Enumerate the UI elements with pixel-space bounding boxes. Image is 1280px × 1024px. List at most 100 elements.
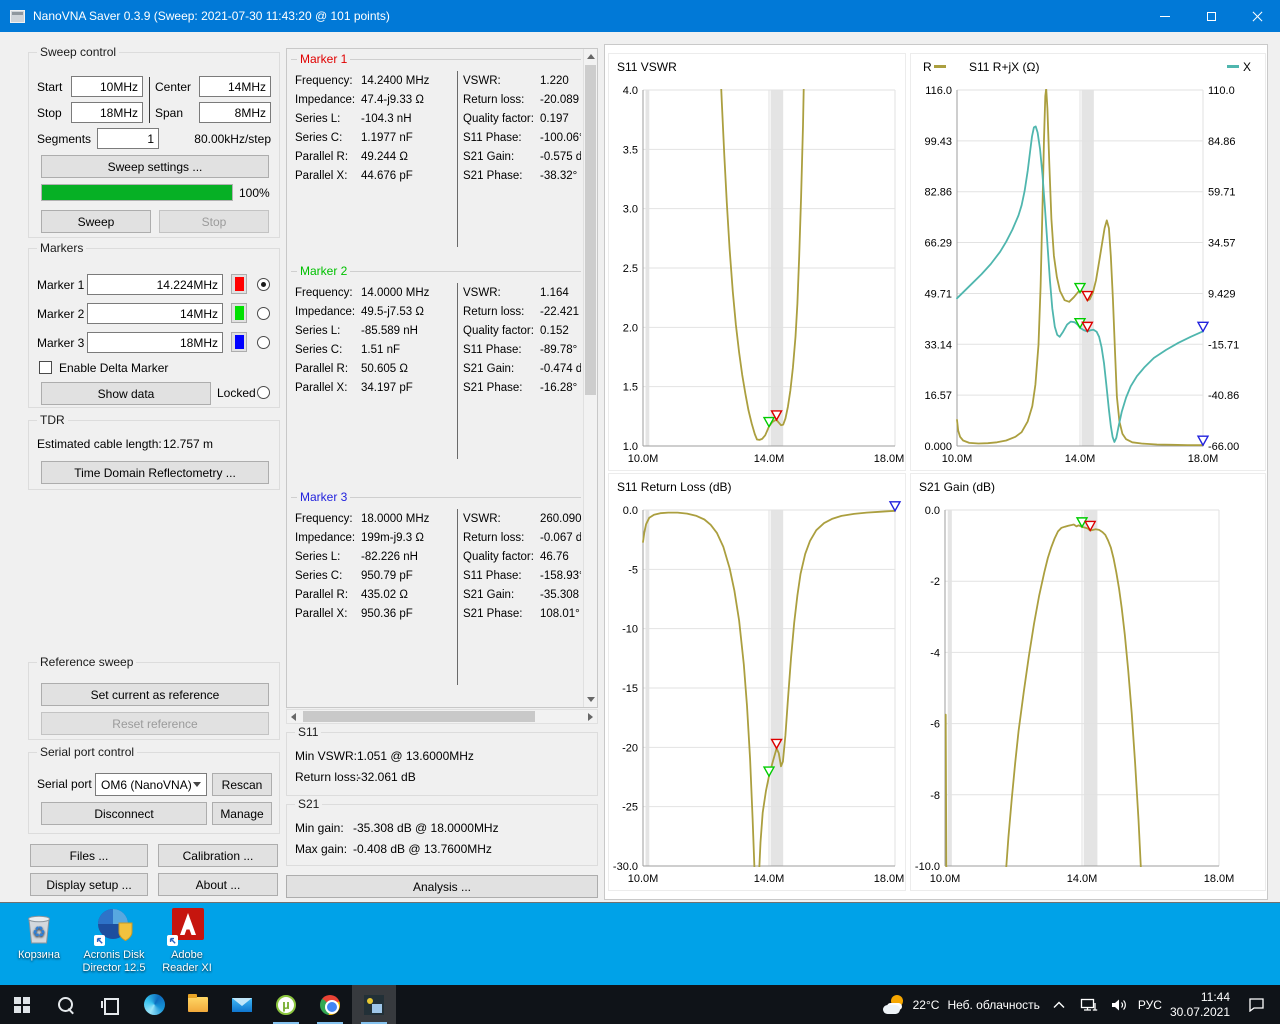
tray-temperature[interactable]: 22°C xyxy=(913,998,940,1012)
nanovna-saver-window: Sweep control Start Center Stop Span Seg… xyxy=(0,32,1280,903)
maximize-button[interactable] xyxy=(1188,0,1234,32)
svg-text:33.14: 33.14 xyxy=(924,339,952,351)
display-setup-button[interactable]: Display setup ... xyxy=(30,873,148,896)
marker-3-input[interactable] xyxy=(87,332,223,353)
s11-summary-group: S11 Min VSWR:1.051 @ 13.6000MHzReturn lo… xyxy=(286,732,598,796)
field-row: Frequency:14.0000 MHz xyxy=(295,283,457,302)
enable-delta-marker-checkbox[interactable] xyxy=(39,361,52,374)
stop-input[interactable] xyxy=(71,102,143,123)
svg-text:♻: ♻ xyxy=(32,924,45,941)
taskbar-edge-button[interactable] xyxy=(132,985,176,1024)
sweep-settings-button[interactable]: Sweep settings ... xyxy=(41,155,269,178)
start-label: Start xyxy=(37,80,62,94)
tray-chevron-button[interactable] xyxy=(1048,990,1070,1020)
taskbar-nanovna-button[interactable] xyxy=(352,985,396,1024)
center-label: Center xyxy=(155,80,191,94)
taskbar: 22°C Неб. облачность РУС 11:44 30.07.202… xyxy=(0,985,1280,1024)
analysis-button[interactable]: Analysis ... xyxy=(286,875,598,898)
marker-panel-horizontal-scrollbar[interactable] xyxy=(286,709,598,724)
network-button[interactable] xyxy=(1078,990,1100,1020)
weather-button[interactable] xyxy=(883,990,905,1020)
svg-text:10.0M: 10.0M xyxy=(628,453,659,465)
reset-reference-button[interactable]: Reset reference xyxy=(41,712,269,735)
svg-text:3.5: 3.5 xyxy=(623,144,638,156)
taskbar-explorer-button[interactable] xyxy=(176,985,220,1024)
chart-s21-gain[interactable]: 0.0-2-4-6-8-10.010.0M14.0M18.0MS21 Gain … xyxy=(910,473,1266,891)
marker-1-right-fields: VSWR:1.220Return loss:-20.089 dQuality f… xyxy=(458,71,581,247)
locked-radio[interactable] xyxy=(257,386,270,399)
center-input[interactable] xyxy=(199,76,271,97)
marker-2-label: Marker 2 xyxy=(37,307,84,321)
start-button[interactable] xyxy=(0,985,44,1024)
marker-2-radio[interactable] xyxy=(257,307,270,320)
s11-summary-rows: Min VSWR:1.051 @ 13.6000MHzReturn loss:-… xyxy=(287,733,597,787)
field-row: Parallel R:50.605 Ω xyxy=(295,359,457,378)
marker-2-input[interactable] xyxy=(87,303,223,324)
volume-button[interactable] xyxy=(1108,990,1130,1020)
marker-1-color-button[interactable] xyxy=(231,274,247,294)
field-row: Return loss:-32.061 dB xyxy=(295,766,597,787)
close-button[interactable] xyxy=(1234,0,1280,32)
taskbar-utorrent-button[interactable] xyxy=(264,985,308,1024)
about-button[interactable]: About ... xyxy=(158,873,278,896)
segments-input[interactable] xyxy=(97,128,159,149)
tray-weather-condition[interactable]: Неб. облачность xyxy=(947,998,1039,1012)
taskbar-search-button[interactable] xyxy=(44,985,88,1024)
svg-text:99.43: 99.43 xyxy=(924,136,952,148)
svg-text:18.0M: 18.0M xyxy=(874,453,905,465)
svg-text:82.86: 82.86 xyxy=(924,187,952,199)
marker-1-input[interactable] xyxy=(87,274,223,295)
span-input[interactable] xyxy=(199,102,271,123)
rescan-button[interactable]: Rescan xyxy=(212,773,272,796)
task-view-button[interactable] xyxy=(88,985,132,1024)
marker-1-radio[interactable] xyxy=(257,278,270,291)
tray-language[interactable]: РУС xyxy=(1138,998,1162,1012)
stop-button[interactable]: Stop xyxy=(159,210,269,233)
taskbar-mail-button[interactable] xyxy=(220,985,264,1024)
marker-3-color-button[interactable] xyxy=(231,332,247,352)
desktop-icon-recycle-bin[interactable]: ♻ Корзина xyxy=(6,907,72,962)
start-input[interactable] xyxy=(71,76,143,97)
svg-text:9.429: 9.429 xyxy=(1208,288,1236,300)
action-center-button[interactable] xyxy=(1238,997,1274,1012)
svg-text:-15.71: -15.71 xyxy=(1208,339,1239,351)
marker-3-radio[interactable] xyxy=(257,336,270,349)
field-row: Series L:-82.226 nH xyxy=(295,547,457,566)
file-explorer-icon xyxy=(188,997,208,1012)
set-reference-button[interactable]: Set current as reference xyxy=(41,683,269,706)
marker-panel-vertical-scrollbar[interactable] xyxy=(583,49,597,707)
field-row: Return loss:-20.089 d xyxy=(463,90,581,109)
desktop-icon-adobe-reader[interactable]: Adobe Reader XI xyxy=(156,907,218,975)
minimize-button[interactable] xyxy=(1142,0,1188,32)
sweep-button[interactable]: Sweep xyxy=(41,210,151,233)
svg-text:18.0M: 18.0M xyxy=(874,873,905,885)
svg-text:0.0: 0.0 xyxy=(925,505,940,517)
field-row: Series L:-85.589 nH xyxy=(295,321,457,340)
desktop-icon-acronis[interactable]: Acronis Disk Director 12.5 xyxy=(74,907,154,975)
files-button[interactable]: Files ... xyxy=(30,844,148,867)
calibration-button[interactable]: Calibration ... xyxy=(158,844,278,867)
taskbar-chrome-button[interactable] xyxy=(308,985,352,1024)
recycle-bin-icon: ♻ xyxy=(19,907,59,947)
marker-2-color-swatch xyxy=(235,306,244,320)
tdr-button[interactable]: Time Domain Reflectometry ... xyxy=(41,461,269,484)
svg-text:116.0: 116.0 xyxy=(925,85,952,97)
manage-button[interactable]: Manage xyxy=(212,802,272,825)
show-data-button[interactable]: Show data xyxy=(41,382,211,405)
vertical-scroll-thumb[interactable] xyxy=(585,65,596,395)
disconnect-button[interactable]: Disconnect xyxy=(41,802,207,825)
chart-s11-vswr[interactable]: 4.03.53.02.52.01.51.010.0M14.0M18.0MS11 … xyxy=(608,53,906,471)
chart-s11-return-loss[interactable]: 0.0-5-10-15-20-25-30.010.0M14.0M18.0MS11… xyxy=(608,473,906,891)
chart-s11-r-jx[interactable]: 116.099.4382.8666.2949.7133.1416.570.000… xyxy=(910,53,1266,471)
svg-text:59.71: 59.71 xyxy=(1208,187,1236,199)
svg-text:18.0M: 18.0M xyxy=(1188,453,1219,465)
field-row: Parallel R:49.244 Ω xyxy=(295,147,457,166)
field-row: Series C:1.1977 nF xyxy=(295,128,457,147)
horizontal-scroll-thumb[interactable] xyxy=(303,711,535,722)
marker-2-color-button[interactable] xyxy=(231,303,247,323)
field-row: S21 Gain:-0.575 d xyxy=(463,147,581,166)
svg-text:34.57: 34.57 xyxy=(1208,238,1236,250)
svg-text:X: X xyxy=(1243,60,1251,74)
tray-clock[interactable]: 11:44 30.07.2021 xyxy=(1170,990,1230,1020)
serial-port-select[interactable]: OM6 (NanoVNA) xyxy=(95,773,207,796)
